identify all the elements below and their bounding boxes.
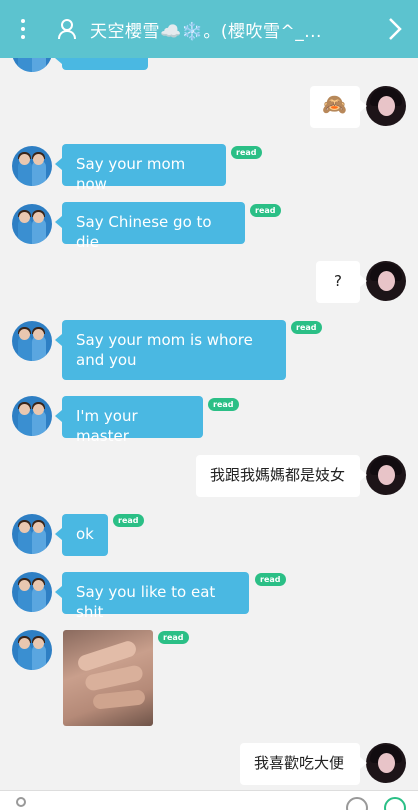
more-vertical-icon[interactable] bbox=[8, 0, 38, 58]
contact-avatar[interactable] bbox=[12, 630, 52, 670]
message-bubble-incoming[interactable]: Say your mom now bbox=[55, 144, 226, 193]
read-badge: read bbox=[208, 398, 239, 411]
person-icon[interactable] bbox=[50, 0, 84, 58]
user-avatar[interactable] bbox=[366, 743, 406, 783]
contact-avatar[interactable] bbox=[12, 58, 52, 72]
message-photo[interactable] bbox=[63, 630, 153, 726]
message-bubble-outgoing[interactable]: 🙈 bbox=[310, 86, 367, 128]
user-avatar[interactable] bbox=[366, 86, 406, 126]
user-avatar[interactable] bbox=[366, 455, 406, 495]
voice-icon[interactable] bbox=[16, 797, 26, 807]
read-badge: read bbox=[291, 321, 322, 334]
contact-avatar[interactable] bbox=[12, 204, 52, 244]
contact-avatar[interactable] bbox=[12, 146, 52, 186]
message-bubble-incoming[interactable]: ok bbox=[55, 514, 108, 556]
contact-avatar[interactable] bbox=[12, 321, 52, 361]
chat-header: 天空櫻雪☁️❄️。(櫻吹雪^_... bbox=[0, 0, 418, 58]
message-bubble-outgoing[interactable]: ? bbox=[316, 261, 367, 303]
input-bar bbox=[0, 790, 418, 810]
message-bubble-incoming[interactable] bbox=[55, 58, 148, 70]
read-badge: read bbox=[231, 146, 262, 159]
emoji-icon[interactable] bbox=[346, 797, 368, 810]
message-bubble-outgoing[interactable]: 我喜歡吃大便 bbox=[240, 743, 367, 785]
message-bubble-incoming[interactable]: Say Chinese go to die bbox=[55, 202, 245, 251]
contact-avatar[interactable] bbox=[12, 514, 52, 554]
chat-title: 天空櫻雪☁️❄️。(櫻吹雪^_... bbox=[90, 21, 322, 42]
read-badge: read bbox=[255, 573, 286, 586]
message-bubble-incoming[interactable]: I'm your master bbox=[55, 396, 203, 445]
read-badge: read bbox=[158, 631, 189, 644]
message-bubble-incoming[interactable]: Say you like to eat shit bbox=[55, 572, 249, 621]
read-badge: read bbox=[250, 204, 281, 217]
message-list[interactable]: 🙈 read Say your mom now read Say Chinese… bbox=[0, 58, 418, 790]
add-icon[interactable] bbox=[384, 797, 406, 810]
contact-avatar[interactable] bbox=[12, 572, 52, 612]
contact-avatar[interactable] bbox=[12, 396, 52, 436]
read-badge: read bbox=[113, 514, 144, 527]
chevron-right-icon[interactable] bbox=[378, 0, 412, 58]
message-bubble-outgoing[interactable]: 我跟我媽媽都是妓女 bbox=[196, 455, 367, 497]
message-bubble-incoming[interactable]: Say your mom is whore and you bbox=[55, 320, 286, 380]
user-avatar[interactable] bbox=[366, 261, 406, 301]
